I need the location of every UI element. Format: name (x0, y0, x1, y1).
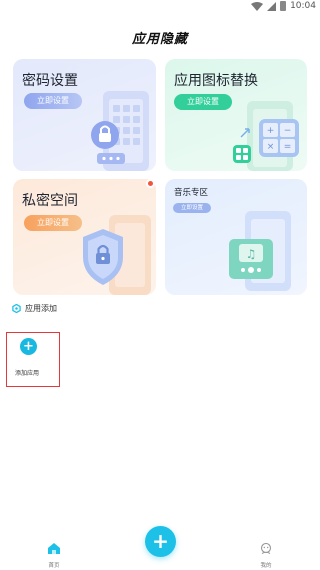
private-space-card[interactable]: 私密空间 立即设置 (13, 179, 156, 295)
wifi-icon (251, 1, 264, 11)
svg-text:=: = (284, 142, 292, 152)
music-player-illustration: ♫ (229, 211, 291, 291)
section-header: 应用添加 (12, 303, 57, 314)
tab-mine[interactable]: 我的 (256, 539, 276, 569)
status-time: 10:04 (290, 1, 316, 11)
card-title: 密码设置 (22, 73, 78, 89)
music-zone-card[interactable]: 音乐专区 立即设置 ♫ (165, 179, 307, 295)
shield-lock-illustration (83, 215, 151, 295)
user-icon (260, 542, 272, 554)
page-title: 应用隐藏 (131, 32, 188, 47)
add-icon[interactable]: + (20, 338, 37, 355)
card-title: 私密空间 (22, 193, 78, 209)
add-app-label: 添加应用 (15, 370, 40, 377)
phone-lock-illustration (91, 91, 149, 171)
cell-signal-icon (267, 1, 277, 11)
svg-text:♫: ♫ (246, 247, 257, 261)
password-set-button[interactable]: 立即设置 (24, 93, 82, 109)
section-title: 应用添加 (25, 304, 57, 313)
battery-icon (280, 1, 287, 11)
home-icon (48, 543, 60, 554)
svg-text:+: + (267, 126, 275, 136)
calculator-illustration: + − × = (233, 101, 299, 171)
svg-text:−: − (284, 126, 292, 136)
status-bar: 10:04 (0, 0, 320, 14)
private-space-set-button[interactable]: 立即设置 (24, 215, 82, 231)
add-fab-button[interactable]: + (145, 526, 176, 557)
card-title: 应用图标替换 (174, 73, 258, 89)
password-settings-card[interactable]: 密码设置 立即设置 (13, 59, 156, 171)
hexagon-icon (12, 304, 21, 313)
add-app-tile[interactable]: + 添加应用 (6, 332, 60, 387)
tab-home[interactable]: 首页 (44, 539, 64, 569)
icon-replace-set-button[interactable]: 立即设置 (174, 94, 232, 110)
music-set-button[interactable]: 立即设置 (173, 203, 211, 213)
svg-text:×: × (267, 142, 275, 152)
icon-replace-card[interactable]: 应用图标替换 立即设置 + − × = (165, 59, 307, 171)
status-icons: 10:04 (251, 1, 316, 11)
notification-badge (146, 179, 155, 188)
tab-mine-label: 我的 (260, 563, 272, 569)
tab-home-label: 首页 (48, 563, 60, 569)
card-title: 音乐专区 (174, 188, 209, 198)
